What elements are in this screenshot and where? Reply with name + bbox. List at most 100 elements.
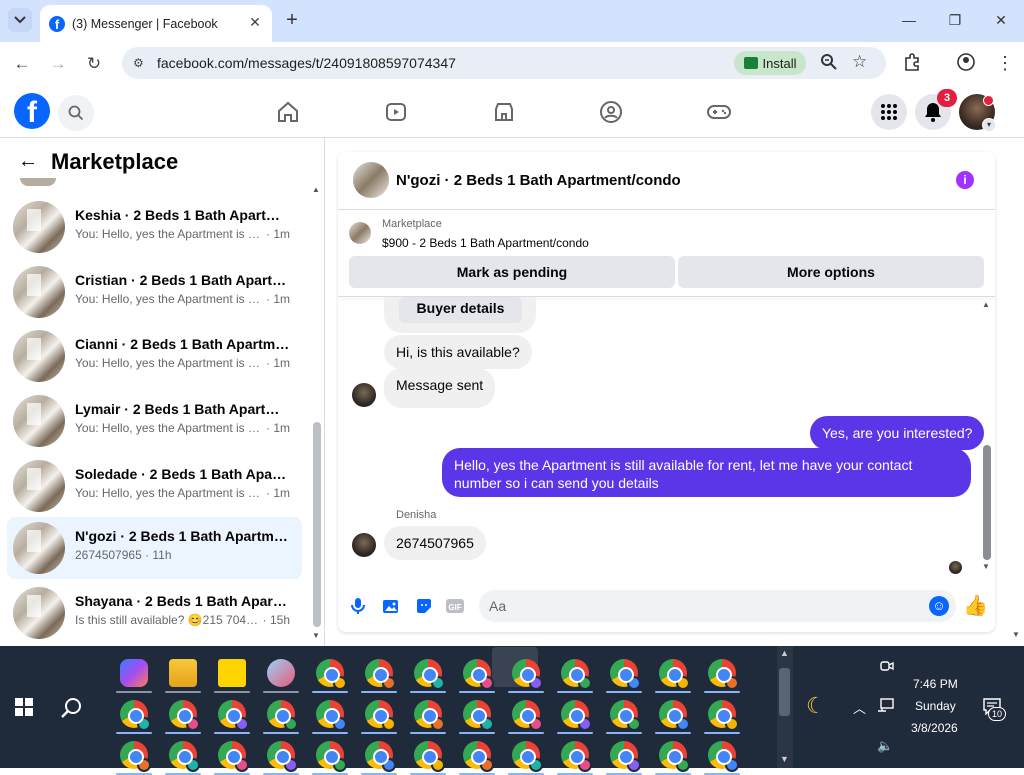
chrome-icon[interactable] xyxy=(512,741,543,772)
chrome-icon[interactable] xyxy=(659,741,690,772)
chrome-icon[interactable] xyxy=(659,700,690,731)
restore-icon[interactable]: ❐ xyxy=(944,10,966,30)
new-tab-button[interactable]: + xyxy=(282,10,302,30)
sticky-notes-icon[interactable] xyxy=(218,659,246,687)
chrome-icon[interactable] xyxy=(169,700,200,731)
forward-arrow-icon[interactable]: → xyxy=(46,52,70,76)
reload-icon[interactable]: ↻ xyxy=(82,52,106,76)
file-explorer-icon[interactable] xyxy=(169,659,197,687)
browser-profile-icon[interactable] xyxy=(956,52,976,72)
chrome-icon[interactable] xyxy=(414,700,445,731)
taskbar-overflow-scrollbar[interactable]: ▲ ▼ xyxy=(777,646,793,768)
chrome-icon[interactable] xyxy=(218,741,249,772)
chat-listing-avatar[interactable] xyxy=(353,162,389,198)
outgoing-message[interactable]: Yes, are you interested? xyxy=(810,416,985,450)
incoming-message[interactable]: Hi, is this available? xyxy=(384,335,532,369)
chrome-icon[interactable] xyxy=(316,700,347,731)
night-light-icon[interactable]: ☾ xyxy=(806,693,826,719)
emoji-icon[interactable]: ☺ xyxy=(929,596,949,616)
thumbs-up-icon[interactable]: 👍 xyxy=(963,594,988,618)
taskbar-search-icon[interactable] xyxy=(60,696,84,720)
message-composer-input[interactable]: Aa xyxy=(479,590,956,622)
chrome-icon[interactable] xyxy=(561,659,592,690)
outgoing-message[interactable]: Hello, yes the Apartment is still availa… xyxy=(442,448,971,497)
home-nav-icon[interactable] xyxy=(275,99,301,125)
chrome-icon[interactable] xyxy=(610,700,641,731)
gif-icon[interactable]: GIF xyxy=(445,596,465,616)
sender-avatar[interactable] xyxy=(352,383,376,407)
chrome-icon[interactable] xyxy=(610,659,641,690)
network-icon[interactable] xyxy=(877,698,895,714)
chevron-down-icon[interactable]: ▾ xyxy=(982,118,996,132)
more-options-button[interactable]: More options xyxy=(678,256,984,288)
sender-avatar[interactable] xyxy=(352,533,376,557)
chrome-icon[interactable] xyxy=(708,741,739,772)
bookmark-star-icon[interactable]: ☆ xyxy=(852,52,872,72)
chrome-icon[interactable] xyxy=(267,700,298,731)
scroll-down-icon[interactable]: ▼ xyxy=(312,631,320,640)
chrome-icon[interactable] xyxy=(463,659,494,690)
chrome-icon[interactable] xyxy=(610,741,641,772)
chrome-icon[interactable] xyxy=(512,700,543,731)
show-hidden-icons-chevron-icon[interactable]: ︿ xyxy=(853,698,866,717)
clock-date[interactable]: 3/8/2026 xyxy=(911,721,958,735)
mark-as-pending-button[interactable]: Mark as pending xyxy=(349,256,675,288)
chat-title[interactable]: N'gozi · 2 Beds 1 Bath Apartment/condo xyxy=(396,172,681,189)
chrome-icon[interactable] xyxy=(218,700,249,731)
scroll-down-icon[interactable]: ▼ xyxy=(780,754,789,764)
tab-close-icon[interactable]: ✕ xyxy=(246,13,264,31)
chrome-icon[interactable] xyxy=(463,741,494,772)
chrome-icon[interactable] xyxy=(414,659,445,690)
zoom-icon[interactable] xyxy=(820,53,840,73)
back-arrow-icon[interactable]: ← xyxy=(10,52,34,76)
facebook-logo-icon[interactable]: f xyxy=(14,93,50,129)
chrome-icon[interactable] xyxy=(708,659,739,690)
scroll-up-icon[interactable]: ▲ xyxy=(982,300,990,309)
chrome-icon[interactable] xyxy=(561,700,592,731)
page-scroll-down-icon[interactable]: ▼ xyxy=(1012,630,1020,639)
volume-icon[interactable]: 🔈 xyxy=(877,738,893,754)
groups-nav-icon[interactable] xyxy=(598,99,624,125)
scroll-up-icon[interactable]: ▲ xyxy=(780,648,789,658)
conversation-item[interactable]: Soledade · 2 Beds 1 Bath Apart... You: He… xyxy=(7,455,302,517)
minimize-icon[interactable]: — xyxy=(898,10,920,30)
clock-day[interactable]: Sunday xyxy=(915,699,956,713)
messages-scroll-thumb[interactable] xyxy=(983,445,991,560)
back-arrow-icon[interactable]: ← xyxy=(18,150,40,172)
chrome-icon[interactable] xyxy=(463,700,494,731)
chrome-icon[interactable] xyxy=(169,741,200,772)
snipping-tool-icon[interactable] xyxy=(267,659,295,687)
conversation-item[interactable]: Keshia · 2 Beds 1 Bath Apartmen... You: H… xyxy=(7,196,302,258)
chrome-icon[interactable] xyxy=(365,700,396,731)
conversation-item[interactable]: Cianni · 2 Beds 1 Bath Apartmen... You: H… xyxy=(7,325,302,387)
chrome-icon[interactable] xyxy=(120,700,151,731)
menu-grid-button[interactable] xyxy=(871,94,907,130)
browser-menu-icon[interactable]: ⋮ xyxy=(996,52,1014,74)
conversation-item[interactable]: Shayana · 2 Beds 1 Bath Apartm... Is this… xyxy=(7,582,302,644)
site-settings-icon[interactable]: ⚙ xyxy=(133,56,149,70)
chrome-icon[interactable] xyxy=(512,659,543,690)
gaming-nav-icon[interactable] xyxy=(706,99,732,125)
incoming-message[interactable]: Message sent xyxy=(384,368,496,408)
chrome-icon[interactable] xyxy=(120,741,151,772)
listing-price-title[interactable]: $900 - 2 Beds 1 Bath Apartment/condo xyxy=(382,236,589,250)
chrome-icon[interactable] xyxy=(659,659,690,690)
photo-icon[interactable] xyxy=(381,596,401,616)
incoming-message[interactable]: 2674507965 xyxy=(384,526,486,560)
buyer-details-button[interactable]: Buyer details xyxy=(399,297,522,323)
conversation-list-scroll-thumb[interactable] xyxy=(313,422,321,627)
video-nav-icon[interactable] xyxy=(383,99,409,125)
install-app-button[interactable]: Install xyxy=(734,51,806,75)
tab-search-dropdown-button[interactable] xyxy=(8,8,32,32)
conversation-item[interactable]: Cristian · 2 Beds 1 Bath Apartme... You: … xyxy=(7,261,302,323)
chrome-icon[interactable] xyxy=(316,741,347,772)
chrome-icon[interactable] xyxy=(365,659,396,690)
window-close-icon[interactable]: ✕ xyxy=(990,10,1012,30)
info-icon[interactable]: i xyxy=(956,171,974,189)
windows-start-icon[interactable] xyxy=(15,698,33,716)
meet-now-icon[interactable] xyxy=(880,658,894,674)
chrome-icon[interactable] xyxy=(316,659,347,690)
microphone-icon[interactable] xyxy=(348,596,368,616)
chrome-icon[interactable] xyxy=(414,741,445,772)
marketplace-nav-icon[interactable] xyxy=(491,99,517,125)
